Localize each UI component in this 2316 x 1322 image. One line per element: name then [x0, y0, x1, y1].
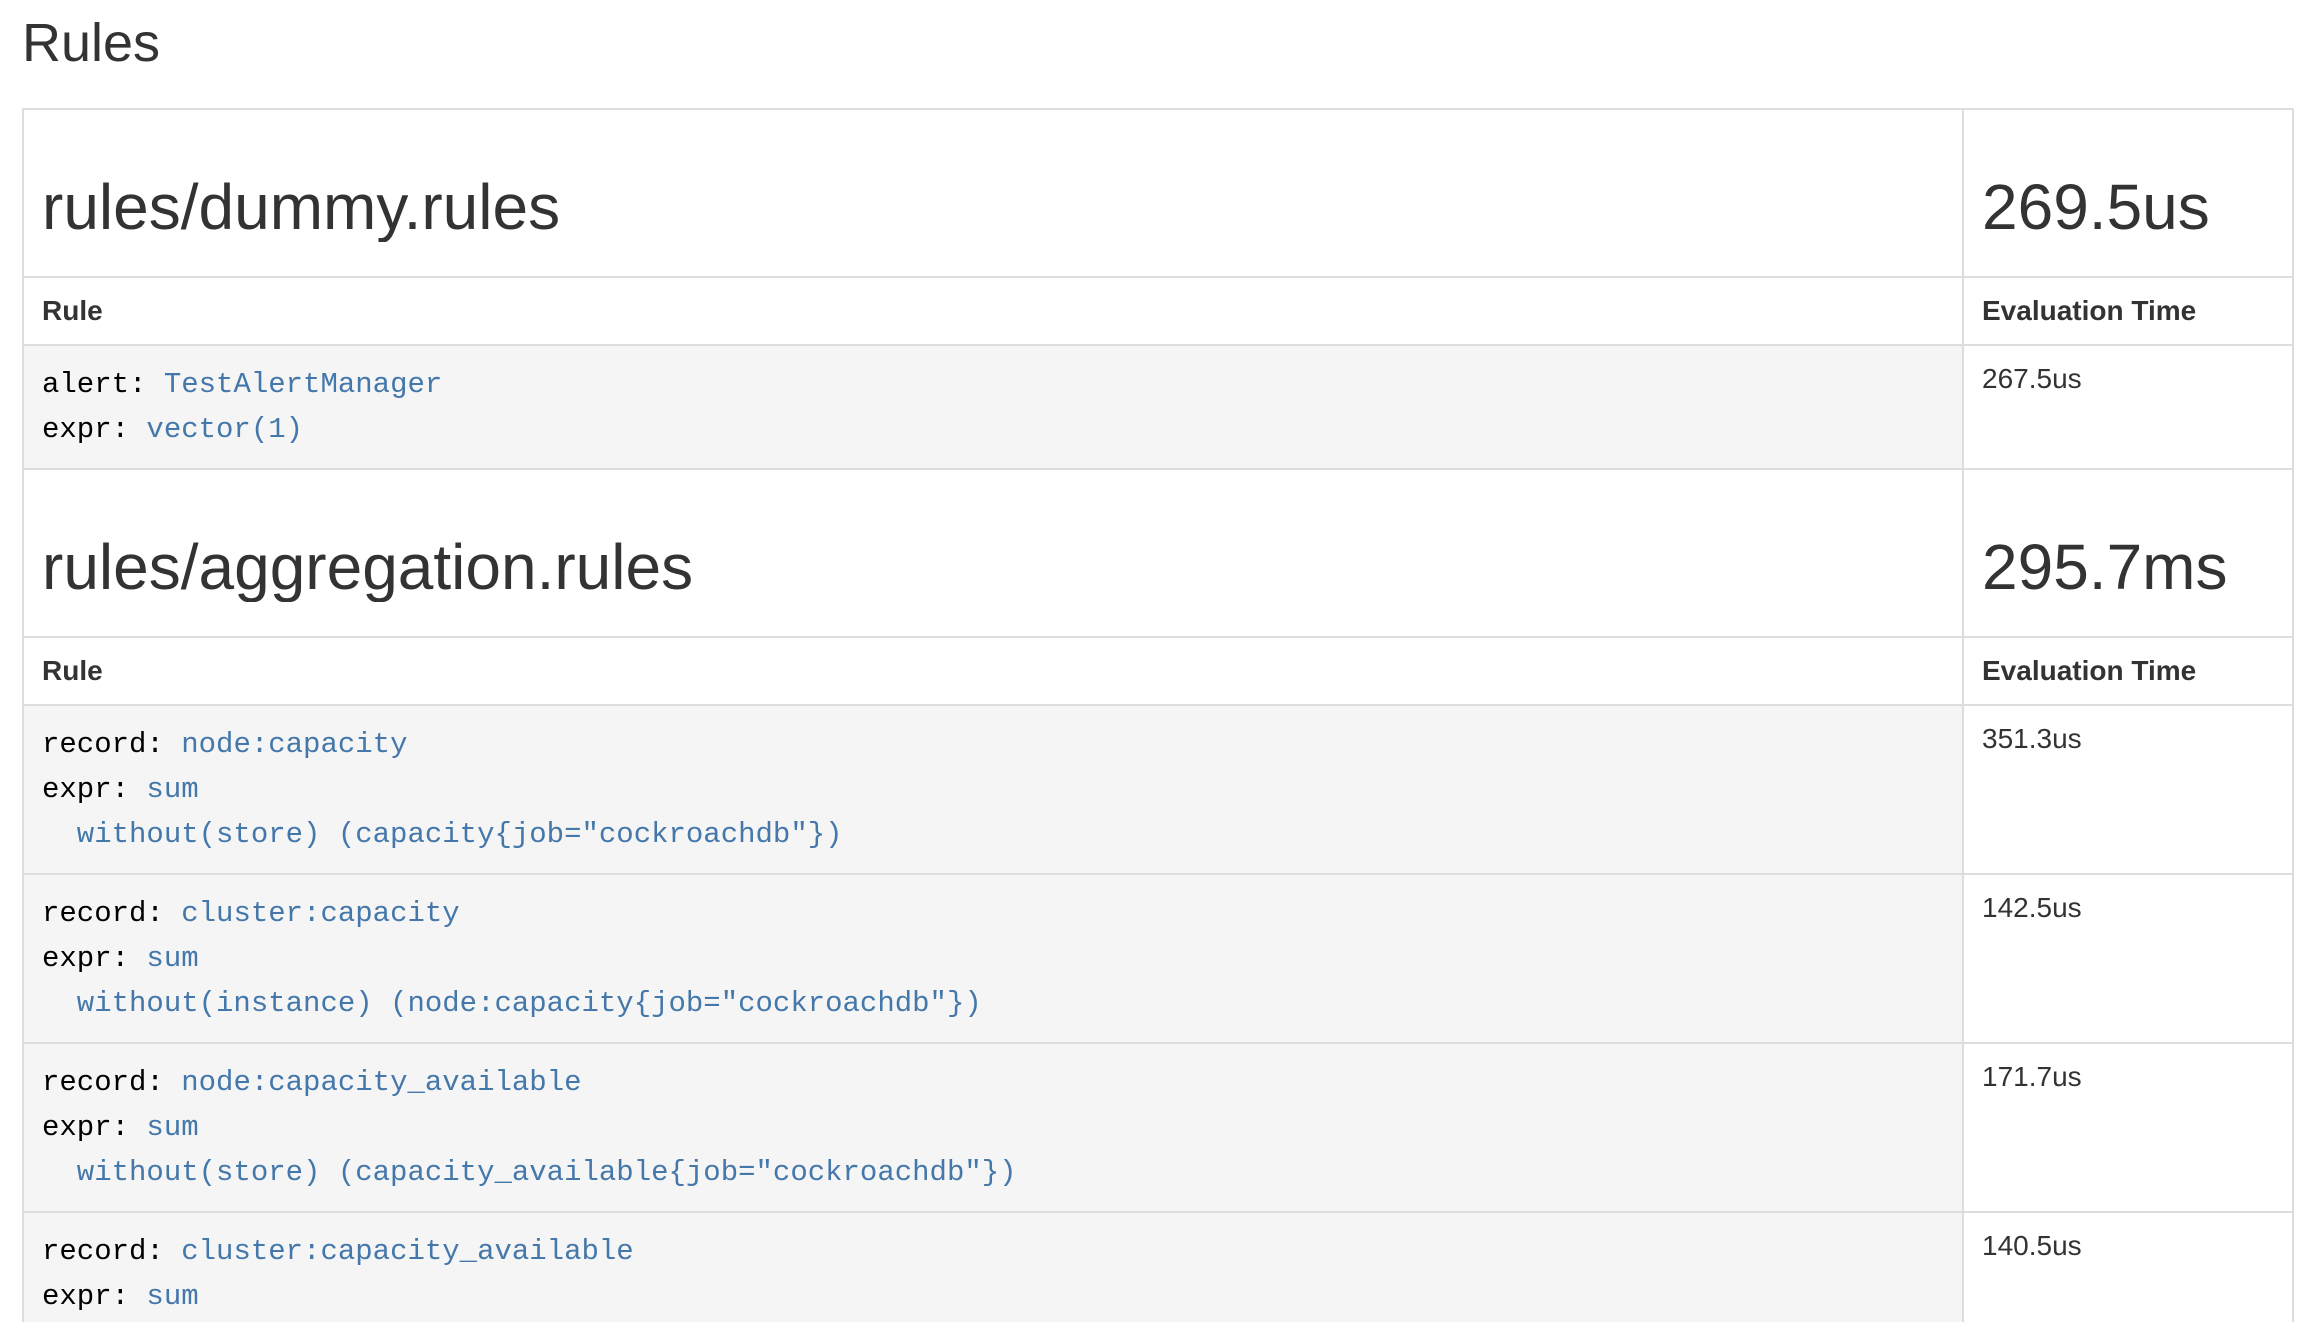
record-name-link[interactable]: cluster:capacity_available: [181, 1235, 633, 1268]
code-key: record:: [42, 1235, 181, 1268]
code-key: record:: [42, 728, 181, 761]
rule-row: record: cluster:capacity_available expr:…: [23, 1212, 2293, 1322]
code-key: expr:: [42, 1280, 146, 1313]
expr-link[interactable]: sum: [146, 1280, 198, 1313]
expr-link[interactable]: sum: [146, 1111, 198, 1144]
group-heading-row: rules/aggregation.rules 295.7ms: [23, 469, 2293, 637]
rules-page: Rules rules/dummy.rules269.5usRuleEvalua…: [22, 12, 2294, 1322]
eval-time-cell: 267.5us: [1963, 345, 2293, 469]
rule-column-header: Rule: [23, 277, 1963, 345]
rule-cell: record: cluster:capacity expr: sum witho…: [23, 874, 1963, 1043]
eval-time-column-header: Evaluation Time: [1963, 637, 2293, 705]
rule-code: record: cluster:capacity_available expr:…: [42, 1229, 1944, 1322]
group-file-cell: rules/dummy.rules: [23, 109, 1963, 277]
expr-link[interactable]: sum: [146, 942, 198, 975]
expr-link[interactable]: without(store) (capacity{job="cockroachd…: [42, 818, 843, 851]
rule-column-header: Rule: [23, 637, 1963, 705]
code-key: expr:: [42, 413, 146, 446]
rule-cell: record: node:capacity expr: sum without(…: [23, 705, 1963, 874]
rule-cell: record: cluster:capacity_available expr:…: [23, 1212, 1963, 1322]
record-name-link[interactable]: node:capacity: [181, 728, 407, 761]
group-eval-time-cell: 269.5us: [1963, 109, 2293, 277]
code-key: expr:: [42, 773, 146, 806]
code-key: record:: [42, 897, 181, 930]
code-key: record:: [42, 1066, 181, 1099]
group-eval-time: 295.7ms: [1982, 532, 2274, 602]
rules-table: rules/dummy.rules269.5usRuleEvaluation T…: [22, 108, 2294, 1322]
eval-time-cell: 171.7us: [1963, 1043, 2293, 1212]
group-heading-row: rules/dummy.rules 269.5us: [23, 109, 2293, 277]
rule-row: record: cluster:capacity expr: sum witho…: [23, 874, 2293, 1043]
record-name-link[interactable]: cluster:capacity: [181, 897, 459, 930]
group-eval-time-cell: 295.7ms: [1963, 469, 2293, 637]
rule-code: alert: TestAlertManager expr: vector(1): [42, 362, 1944, 452]
eval-time-cell: 351.3us: [1963, 705, 2293, 874]
group-file-cell: rules/aggregation.rules: [23, 469, 1963, 637]
page-title: Rules: [22, 12, 2294, 74]
eval-time-cell: 142.5us: [1963, 874, 2293, 1043]
record-name-link[interactable]: node:capacity_available: [181, 1066, 581, 1099]
expr-link[interactable]: without(store) (capacity_available{job="…: [42, 1156, 1017, 1189]
rule-code: record: cluster:capacity expr: sum witho…: [42, 891, 1944, 1026]
group-file: rules/dummy.rules: [42, 172, 1944, 242]
rule-row: alert: TestAlertManager expr: vector(1)2…: [23, 345, 2293, 469]
code-key: alert:: [42, 368, 164, 401]
column-header-row: RuleEvaluation Time: [23, 277, 2293, 345]
group-file: rules/aggregation.rules: [42, 532, 1944, 602]
expr-link[interactable]: vector(1): [146, 413, 303, 446]
group-eval-time: 269.5us: [1982, 172, 2274, 242]
eval-time-column-header: Evaluation Time: [1963, 277, 2293, 345]
expr-link[interactable]: without(instance) (node:capacity{job="co…: [42, 987, 982, 1020]
code-key: expr:: [42, 1111, 146, 1144]
rule-code: record: node:capacity_available expr: su…: [42, 1060, 1944, 1195]
code-key: expr:: [42, 942, 146, 975]
rule-cell: record: node:capacity_available expr: su…: [23, 1043, 1963, 1212]
expr-link[interactable]: sum: [146, 773, 198, 806]
rule-cell: alert: TestAlertManager expr: vector(1): [23, 345, 1963, 469]
rule-row: record: node:capacity_available expr: su…: [23, 1043, 2293, 1212]
column-header-row: RuleEvaluation Time: [23, 637, 2293, 705]
alert-name-link[interactable]: TestAlertManager: [164, 368, 442, 401]
eval-time-cell: 140.5us: [1963, 1212, 2293, 1322]
rule-row: record: node:capacity expr: sum without(…: [23, 705, 2293, 874]
rule-code: record: node:capacity expr: sum without(…: [42, 722, 1944, 857]
